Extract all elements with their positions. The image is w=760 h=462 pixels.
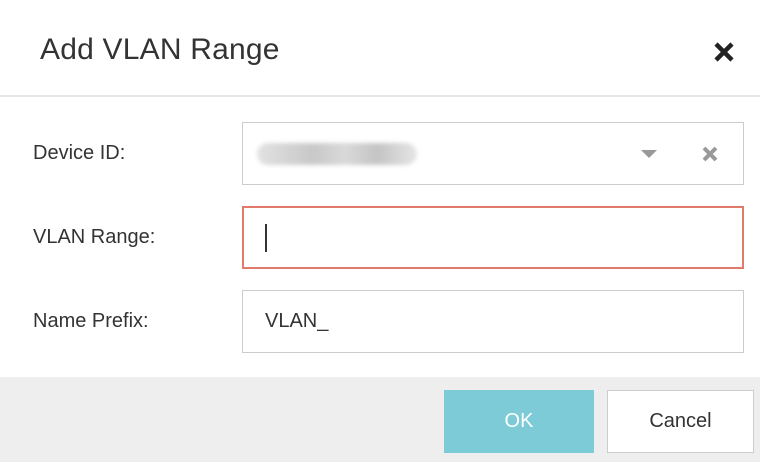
name-prefix-input[interactable]	[265, 291, 725, 352]
ok-button[interactable]: OK	[444, 390, 594, 453]
name-prefix-label: Name Prefix:	[33, 310, 149, 332]
dialog-header: Add VLAN Range	[0, 0, 760, 97]
device-id-row: Device ID:	[0, 122, 760, 186]
caret-down-icon[interactable]	[641, 150, 657, 158]
cancel-button[interactable]: Cancel	[607, 390, 754, 453]
name-prefix-row: Name Prefix:	[0, 290, 760, 354]
device-id-label: Device ID:	[33, 142, 126, 164]
clear-icon[interactable]	[699, 143, 721, 165]
add-vlan-range-dialog: Add VLAN Range Device ID: VLAN Range: Na…	[0, 0, 760, 462]
text-cursor	[265, 224, 267, 252]
close-icon[interactable]	[712, 40, 736, 64]
device-id-select[interactable]	[242, 122, 744, 185]
dialog-footer: OK Cancel	[0, 377, 760, 462]
vlan-range-input[interactable]	[242, 206, 744, 269]
vlan-range-label: VLAN Range:	[33, 226, 156, 248]
device-id-value	[257, 143, 417, 165]
name-prefix-field[interactable]	[242, 290, 744, 353]
vlan-range-row: VLAN Range:	[0, 206, 760, 270]
dialog-title: Add VLAN Range	[40, 33, 280, 66]
